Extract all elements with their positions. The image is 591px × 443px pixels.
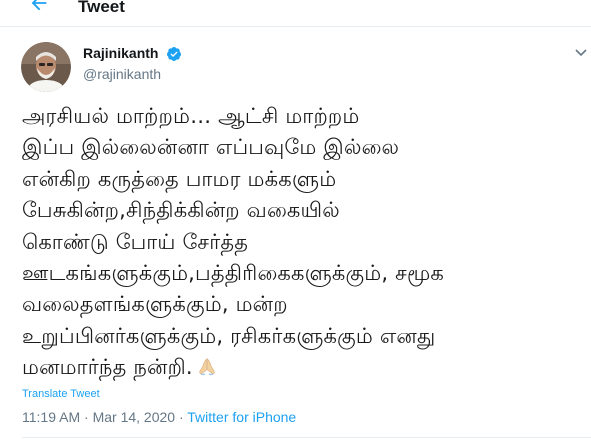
- avatar-photo: [21, 42, 71, 92]
- footer-divider: [22, 437, 591, 438]
- author-handle[interactable]: @rajinikanth: [83, 66, 161, 82]
- tweet-text: அரசியல் மாற்றம்… ஆட்சி மாற்றம் இப்ப இல்ல…: [22, 101, 587, 384]
- tweet-line: இப்ப இல்லைன்னா எப்பவுமே இல்லை: [22, 135, 400, 160]
- arrow-left-icon[interactable]: [28, 0, 50, 14]
- tweet-line: உறுப்பினர்களுக்கும், ரசிகர்களுக்கும் எனத…: [22, 323, 436, 348]
- tweet-line: வலைதளங்களுக்கும், மன்ற: [22, 292, 288, 317]
- tweet-line: பேசுகின்ற,சிந்திக்கின்ற வகையில்: [22, 198, 340, 223]
- tweet-line: என்கிற கருத்தை பாமர மக்களும்: [22, 166, 337, 191]
- chevron-down-icon[interactable]: [574, 47, 588, 59]
- translate-tweet-link[interactable]: Translate Tweet: [22, 388, 100, 400]
- top-bar: Tweet: [0, 0, 591, 22]
- avatar[interactable]: [21, 42, 71, 92]
- header-divider: [0, 26, 591, 27]
- tweet-line-last: மனமார்ந்த நன்றி.: [22, 352, 587, 383]
- verified-badge-icon: [166, 47, 181, 61]
- tweet-meta: 11:19 AM · Mar 14, 2020 · Twitter for iP…: [22, 409, 296, 425]
- tweet-line: கொண்டு போய் சேர்த்த: [22, 229, 249, 254]
- folded-hands-emoji: [199, 358, 215, 376]
- meta-separator: ·: [178, 409, 184, 425]
- tweet-source-link[interactable]: Twitter for iPhone: [187, 409, 296, 425]
- author-name[interactable]: Rajinikanth: [83, 45, 158, 61]
- tweet-line-text: மனமார்ந்த நன்றி.: [22, 355, 193, 380]
- tweet-time[interactable]: 11:19 AM: [22, 409, 80, 425]
- tweet-line: ஊடகங்களுக்கும்,பத்திரிகைகளுக்கும், சமூக: [22, 261, 445, 286]
- tweet-date[interactable]: Mar 14, 2020: [93, 409, 176, 425]
- tweet-line: அரசியல் மாற்றம்… ஆட்சி மாற்றம்: [22, 104, 360, 128]
- meta-separator: ·: [84, 409, 89, 425]
- page-title: Tweet: [78, 0, 125, 16]
